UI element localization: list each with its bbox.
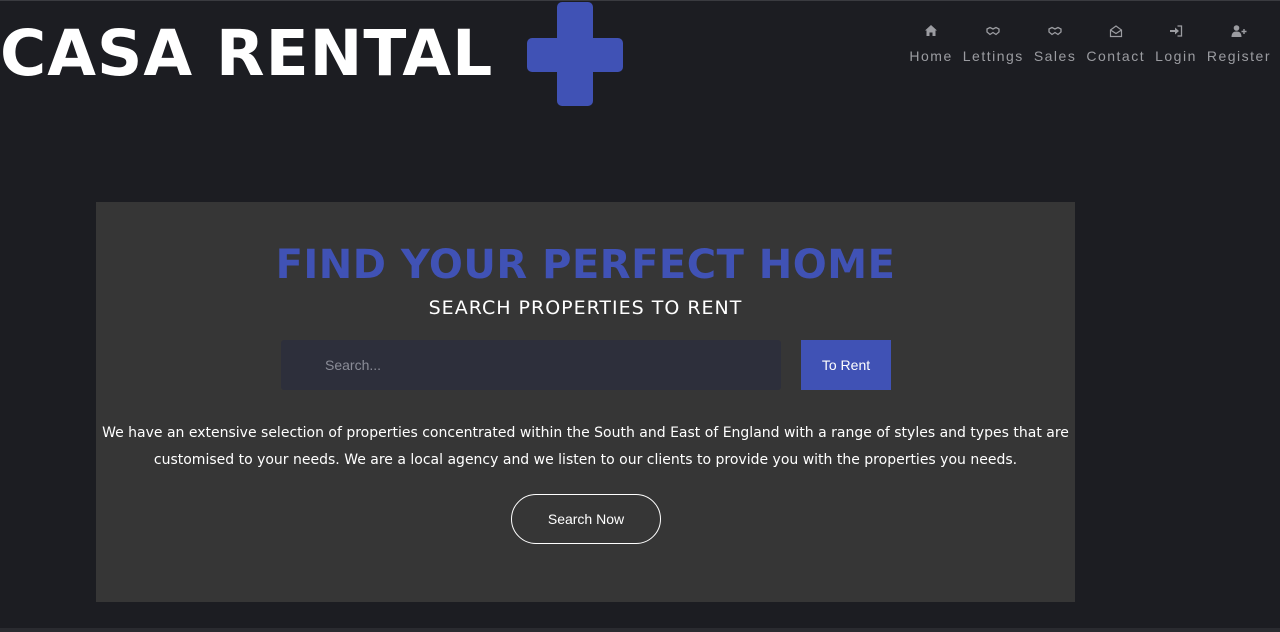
nav-label-contact: Contact [1086,48,1146,64]
logo[interactable]: CASA RENTAL [0,0,630,110]
hero-description: We have an extensive selection of proper… [96,420,1075,474]
page: CASA RENTAL Home Lettings Sales Contact [0,0,1280,632]
plus-icon [527,2,623,106]
logo-text: CASA RENTAL [0,17,494,90]
description-line: customised to your needs. We are a local… [153,452,1018,468]
bottom-strip [0,628,1280,632]
nav-item-sales[interactable]: Sales [1029,24,1082,64]
search-now-button[interactable]: Search Now [511,494,661,544]
nav-item-contact[interactable]: Contact [1081,24,1150,64]
nav-label-sales: Sales [1033,48,1077,64]
description-line: We have an extensive selection of proper… [102,425,1069,441]
sign-in-icon [1169,25,1183,37]
nav-label-login: Login [1155,48,1197,64]
nav-label-home: Home [909,48,953,64]
main-nav: Home Lettings Sales Contact Login Regist… [904,24,1276,64]
home-icon [925,25,938,36]
hero-subheadline: SEARCH PROPERTIES TO RENT [428,297,743,319]
nav-item-register[interactable]: Register [1202,24,1276,64]
nav-item-home[interactable]: Home [904,24,957,64]
nav-item-login[interactable]: Login [1150,24,1202,64]
nav-item-lettings[interactable]: Lettings [958,24,1029,64]
handshake-icon [986,26,1000,36]
nav-label-lettings: Lettings [962,48,1024,64]
user-plus-icon [1231,25,1247,37]
hero-headline: FIND YOUR PERFECT HOME [275,242,896,288]
to-rent-button[interactable]: To Rent [801,340,891,390]
envelope-open-icon [1109,25,1122,38]
handshake-icon [1048,26,1062,36]
hero-panel: FIND YOUR PERFECT HOME SEARCH PROPERTIES… [96,202,1075,602]
nav-label-register: Register [1206,48,1271,64]
search-input[interactable] [281,340,781,390]
